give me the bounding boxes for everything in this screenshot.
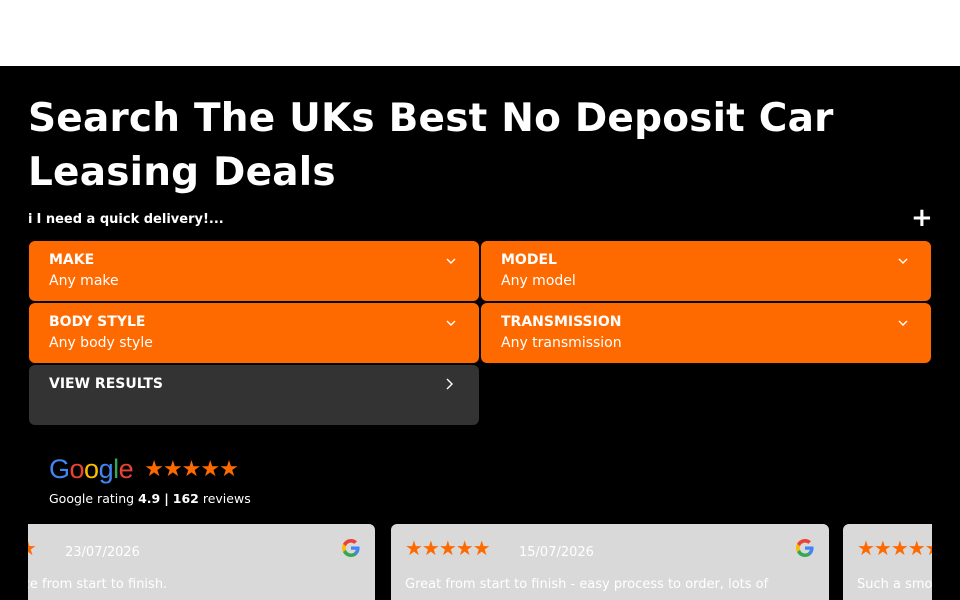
review-date: 23/07/2026 — [65, 545, 140, 560]
rating-label: Google rating — [49, 491, 135, 506]
google-rating-text: Google rating 4.9 | 162 reviews — [49, 491, 251, 506]
make-label: MAKE — [49, 252, 95, 268]
chevron-down-icon — [446, 320, 456, 326]
model-value: Any model — [501, 273, 576, 289]
reviews-carousel[interactable]: ★★★★★ 23/07/2026 Great service from star… — [28, 524, 932, 600]
expand-plus-icon[interactable]: + — [911, 205, 933, 231]
chevron-down-icon — [898, 320, 908, 326]
transmission-label: TRANSMISSION — [501, 314, 622, 330]
body-style-value: Any body style — [49, 335, 153, 351]
search-hero: Search The UKs Best No Deposit Car Leasi… — [0, 66, 960, 600]
star-icon-rating: ★★★★★ — [28, 536, 37, 560]
quick-delivery-label: I need a quick delivery!... — [36, 212, 224, 227]
google-logo-letter: o — [69, 454, 85, 484]
google-g-icon — [342, 539, 360, 557]
review-text: Such a smooth — [857, 577, 932, 592]
chevron-down-icon — [446, 258, 456, 264]
star-icon-rating: ★★★★★ — [144, 457, 239, 482]
make-select[interactable]: MAKE Any make — [29, 241, 479, 301]
review-card[interactable]: ★★★★★ 23/07/2026 Great service from star… — [28, 524, 375, 600]
top-header-area — [0, 0, 960, 66]
view-results-button[interactable]: VIEW RESULTS — [29, 365, 479, 425]
model-select[interactable]: MODEL Any model — [481, 241, 931, 301]
google-rating-widget[interactable]: Google ★★★★★ Google rating 4.9 | 162 rev… — [49, 454, 251, 506]
chevron-down-icon — [898, 258, 908, 264]
review-text: Great service from start to finish. — [28, 577, 168, 592]
chevron-right-icon — [446, 378, 453, 390]
quick-delivery-toggle[interactable]: iI need a quick delivery!... — [28, 212, 224, 227]
google-logo-letter: g — [98, 454, 114, 484]
review-date: 15/07/2026 — [519, 545, 594, 560]
review-count: 162 — [172, 491, 199, 506]
google-g-icon — [796, 539, 814, 557]
google-logo-letter: o — [84, 454, 99, 484]
body-style-select[interactable]: BODY STYLE Any body style — [29, 303, 479, 363]
info-icon: i — [28, 212, 33, 227]
star-icon-rating: ★★★★★ — [857, 536, 932, 560]
make-value: Any make — [49, 273, 119, 289]
star-icon-rating: ★★★★★ — [405, 536, 491, 560]
page-title: Search The UKs Best No Deposit Car Leasi… — [28, 96, 834, 195]
review-card[interactable]: ★★★★★ Such a smooth — [843, 524, 932, 600]
review-card[interactable]: ★★★★★ 15/07/2026 Great from start to fin… — [391, 524, 829, 600]
body-style-label: BODY STYLE — [49, 314, 146, 330]
google-logo: Google — [49, 454, 134, 485]
google-logo-letter: G — [49, 454, 70, 484]
view-results-label: VIEW RESULTS — [49, 376, 163, 392]
model-label: MODEL — [501, 252, 557, 268]
google-logo-letter: e — [118, 454, 134, 484]
rating-value: 4.9 — [138, 491, 161, 506]
review-text: Great from start to finish - easy proces… — [405, 577, 769, 592]
transmission-value: Any transmission — [501, 335, 622, 351]
transmission-select[interactable]: TRANSMISSION Any transmission — [481, 303, 931, 363]
rating-separator: | — [164, 491, 169, 506]
reviews-label: reviews — [202, 491, 251, 506]
